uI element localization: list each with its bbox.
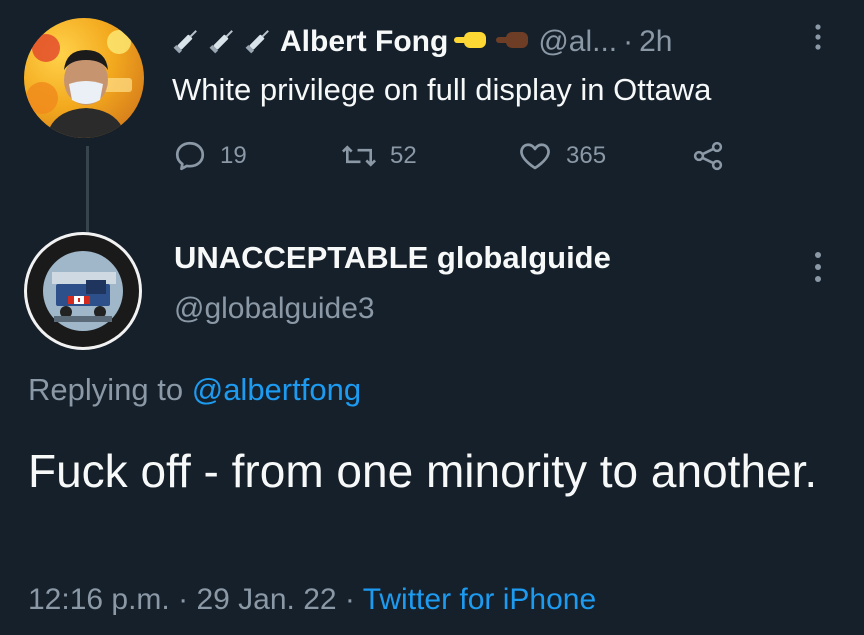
heart-icon [520,143,550,170]
syringe-icon [208,25,238,60]
replying-to-line: Replying to @albertfong [28,372,361,408]
replying-to-handle-link[interactable]: @albertfong [192,372,361,407]
reply-author-name[interactable]: UNACCEPTABLE globalguide [174,240,611,276]
avatar-photo [26,30,132,138]
syringe-icon [172,25,202,60]
parent-tweet-header: Albert Fong @al... · 2h [172,18,673,66]
reply-count: 19 [220,142,247,169]
backhand-index-pointing-left-dark-icon [496,28,532,57]
tweet-date[interactable]: 29 Jan. 22 [196,583,336,616]
reply-button[interactable]: 19 [172,136,247,176]
more-options-icon[interactable] [812,22,824,57]
share-button[interactable] [690,136,726,176]
globalguide-avatar[interactable] [24,232,142,350]
syringe-icon [244,25,274,60]
backhand-index-pointing-left-icon [454,28,490,57]
tweet-actions: 19 52 365 [172,136,732,176]
like-button[interactable]: 365 [516,136,606,176]
parent-tweet-text: White privilege on full display in Ottaw… [172,72,712,107]
time-ago[interactable]: 2h [639,25,672,59]
albert-fong-avatar[interactable] [24,18,144,138]
retweet-count: 52 [390,142,417,169]
thread-line [86,146,89,232]
dot-separator: · [623,25,634,58]
retweet-icon [341,145,377,167]
dot-separator: · [344,583,355,616]
dot-separator: · [178,583,189,616]
like-count: 365 [566,142,607,169]
retweet-button[interactable]: 52 [340,136,417,176]
more-options-icon[interactable] [812,250,824,289]
reply-icon [175,141,205,171]
tweet-source-link[interactable]: Twitter for iPhone [363,583,596,616]
avatar-truck-badge [27,235,139,347]
replying-to-label: Replying to [28,372,184,407]
reply-tweet-text: Fuck off - from one minority to another. [28,445,818,497]
share-icon [693,141,723,171]
tweet-timestamp-line: 12:16 p.m. · 29 Jan. 22 · Twitter for iP… [28,583,596,617]
tweet-time[interactable]: 12:16 p.m. [28,583,170,616]
reply-author-handle[interactable]: @globalguide3 [174,292,375,326]
author-handle[interactable]: @al... [538,25,617,59]
author-name[interactable]: Albert Fong [280,25,448,59]
